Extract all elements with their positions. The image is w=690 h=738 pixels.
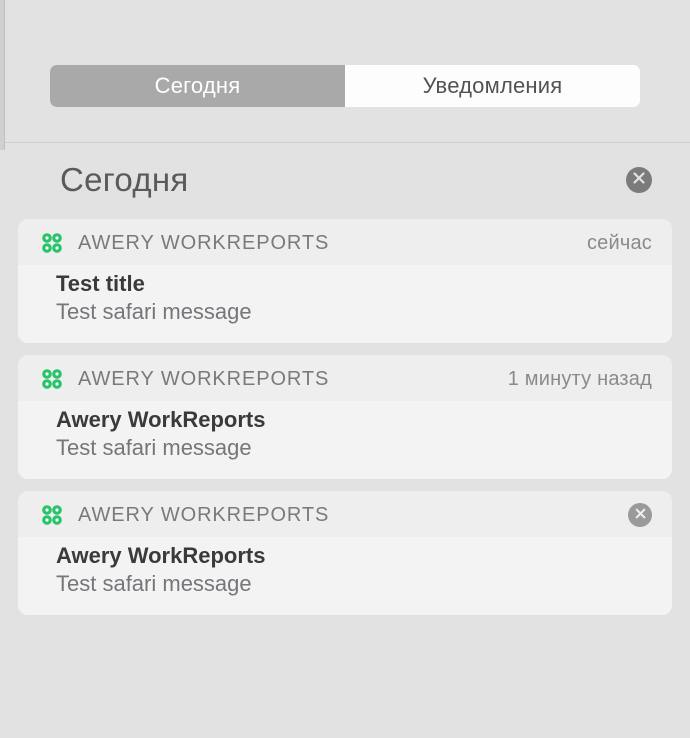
notification-message: Test safari message [56, 435, 650, 461]
segmented-control: Сегодня Уведомления [50, 65, 640, 107]
notification-message: Test safari message [56, 571, 650, 597]
notification-timestamp: сейчас [587, 232, 652, 255]
notification-body: Test title Test safari message [18, 265, 672, 343]
section-close-button[interactable] [626, 167, 652, 193]
notification-close-button[interactable] [628, 503, 652, 527]
notification-card[interactable]: AWERY WORKREPORTS 1 минуту назад Awery W… [18, 355, 672, 479]
notification-timestamp: 1 минуту назад [508, 368, 652, 391]
notification-header: AWERY WORKREPORTS [18, 491, 672, 537]
close-icon [635, 506, 646, 524]
notification-app-name: AWERY WORKREPORTS [78, 368, 494, 391]
tab-notifications-label: Уведомления [423, 73, 563, 99]
app-icon [40, 367, 64, 391]
app-icon [40, 231, 64, 255]
notification-card[interactable]: AWERY WORKREPORTS Awery WorkReports Test… [18, 491, 672, 615]
notification-body: Awery WorkReports Test safari message [18, 537, 672, 615]
notification-title: Awery WorkReports [56, 407, 650, 433]
close-icon [633, 171, 645, 189]
section-header: Сегодня [0, 143, 690, 219]
notification-card[interactable]: AWERY WORKREPORTS сейчас Test title Test… [18, 219, 672, 343]
tab-today[interactable]: Сегодня [50, 65, 345, 107]
notification-message: Test safari message [56, 299, 650, 325]
tab-today-label: Сегодня [155, 73, 241, 99]
notification-app-name: AWERY WORKREPORTS [78, 232, 573, 255]
notification-header: AWERY WORKREPORTS сейчас [18, 219, 672, 265]
notification-app-name: AWERY WORKREPORTS [78, 504, 606, 527]
notification-title: Awery WorkReports [56, 543, 650, 569]
notification-title: Test title [56, 271, 650, 297]
tab-bar-container: Сегодня Уведомления [0, 0, 690, 142]
notifications-list: AWERY WORKREPORTS сейчас Test title Test… [0, 219, 690, 615]
notification-header: AWERY WORKREPORTS 1 минуту назад [18, 355, 672, 401]
tab-notifications[interactable]: Уведомления [345, 65, 640, 107]
window-edge [0, 0, 5, 150]
section-title: Сегодня [60, 161, 189, 199]
app-icon [40, 503, 64, 527]
notification-body: Awery WorkReports Test safari message [18, 401, 672, 479]
